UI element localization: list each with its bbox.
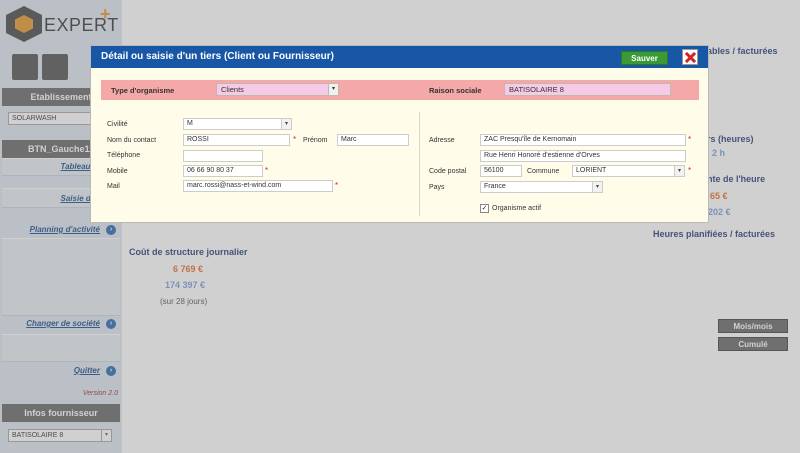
required-mark: * — [265, 166, 269, 175]
tiers-modal: Détail ou saisie d'un tiers (Client ou F… — [90, 45, 709, 223]
mobile-label: Mobile — [107, 168, 128, 175]
pays-value: France — [484, 183, 506, 190]
adresse-line1-input[interactable]: ZAC Presqu'île de Kernomain — [480, 134, 686, 146]
mobile-value: 06 66 90 80 37 — [187, 167, 234, 174]
telephone-label: Téléphone — [107, 152, 141, 159]
code-postal-input[interactable]: 56100 — [480, 165, 522, 177]
required-mark: * — [688, 135, 692, 144]
required-mark: * — [293, 135, 297, 144]
organisme-bar: Type d'organisme Clients ▾ Raison social… — [101, 80, 699, 100]
type-organisme-label: Type d'organisme — [111, 86, 175, 95]
prenom-input[interactable]: Marc — [337, 134, 409, 146]
contact-input[interactable]: ROSSI — [183, 134, 290, 146]
required-mark: * — [688, 166, 692, 175]
adresse-line2-value: Rue Henri Honoré d'estienne d'Orves — [484, 152, 600, 159]
mail-label: Mail — [107, 183, 120, 190]
organisme-actif-checkbox[interactable]: ✓ — [480, 204, 489, 213]
raison-sociale-value: BATISOLAIRE 8 — [509, 85, 564, 94]
mobile-input[interactable]: 06 66 90 80 37 — [183, 165, 263, 177]
raison-sociale-label: Raison sociale — [429, 86, 482, 95]
telephone-input[interactable] — [183, 150, 263, 162]
chevron-down-icon: ▾ — [674, 166, 684, 176]
mail-value: marc.rossi@nass-et-wind.com — [187, 182, 282, 189]
contact-value: ROSSI — [187, 136, 209, 143]
adresse-line1-value: ZAC Presqu'île de Kernomain — [484, 136, 577, 143]
civilite-select[interactable]: M ▾ — [183, 118, 292, 130]
raison-sociale-input[interactable]: BATISOLAIRE 8 — [504, 83, 671, 96]
pays-label: Pays — [429, 184, 445, 191]
type-organisme-select[interactable]: Clients ▾ — [216, 83, 339, 96]
organisme-actif-label: Organisme actif — [492, 205, 542, 212]
adresse-line2-input[interactable]: Rue Henri Honoré d'estienne d'Orves — [480, 150, 686, 162]
column-divider — [419, 112, 420, 216]
commune-value: LORIENT — [576, 167, 607, 174]
required-mark: * — [335, 181, 339, 190]
prenom-value: Marc — [341, 136, 357, 143]
pays-select[interactable]: France ▾ — [480, 181, 603, 193]
save-button[interactable]: Sauver — [621, 51, 668, 65]
chevron-down-icon: ▾ — [328, 84, 338, 95]
modal-header: Détail ou saisie d'un tiers (Client ou F… — [91, 46, 708, 68]
civilite-label: Civilité — [107, 121, 128, 128]
modal-title: Détail ou saisie d'un tiers (Client ou F… — [101, 51, 334, 62]
type-organisme-value: Clients — [221, 85, 244, 94]
mail-input[interactable]: marc.rossi@nass-et-wind.com — [183, 180, 333, 192]
contact-label: Nom du contact — [107, 137, 157, 144]
prenom-label: Prénom — [303, 137, 328, 144]
chevron-down-icon: ▾ — [281, 119, 291, 129]
chevron-down-icon: ▾ — [592, 182, 602, 192]
civilite-value: M — [187, 120, 193, 127]
code-postal-label: Code postal — [429, 168, 467, 175]
code-postal-value: 56100 — [484, 167, 504, 174]
close-icon[interactable] — [682, 49, 698, 65]
commune-label: Commune — [527, 168, 560, 175]
commune-select[interactable]: LORIENT ▾ — [572, 165, 685, 177]
adresse-label: Adresse — [429, 137, 455, 144]
